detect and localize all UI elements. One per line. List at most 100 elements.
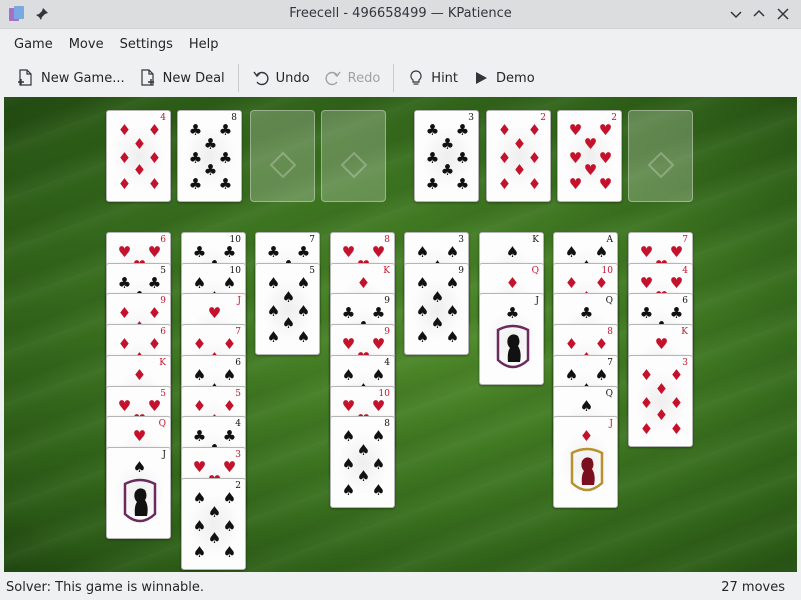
card-pip: ♦ [147,175,162,193]
close-button[interactable] [775,6,791,22]
card-pip: ♦ [147,149,162,167]
card-pip: ♦ [594,273,609,292]
game-board[interactable]: 4 ♦ ♦ ♦ ♦ ♦ ♦ ♦ ♦ 8 ♣ ♣ ♣ ♣ ♣ ♣ ♣ ♣ 3 ♣ ♣ ♣ ♣ ♣ ♣ ♣ ♣ 2 ♦ ♦ ♦ ♦ ♦ ♦ ♦ ♦ 2 ♥ ♥ ♥… [4,97,797,572]
card-pip: ♥ [583,135,598,153]
menu-settings[interactable]: Settings [112,30,181,59]
card-pip: ♦ [132,161,147,179]
card-pip: ♣ [371,304,386,323]
hint-label: Hint [431,70,459,86]
card-pip: ♠ [356,467,371,486]
card-suit: ♠ [579,396,594,415]
card-pip: ♦ [117,149,132,167]
card-pip: ♣ [440,161,455,179]
face-portrait-icon [570,447,604,492]
card-pip: ♠ [356,441,371,460]
new-game-button[interactable]: New Game... [10,63,132,93]
tableau-card[interactable]: J ♠ [106,446,171,539]
tableau-card[interactable]: 5 ♠ ♠ ♠ ♠ ♠ ♠ ♠ ♠ [255,262,320,355]
card-pip: ♣ [147,273,162,292]
window-title: Freecell - 496658499 — KPatience [289,6,512,21]
card-pip: ♥ [598,121,613,139]
tableau-card[interactable]: 9 ♠ ♠ ♠ ♠ ♠ ♠ ♠ ♠ [404,262,469,355]
menu-game[interactable]: Game [6,30,61,59]
card-pip: ♠ [415,327,430,346]
card-rank: 5 [160,388,166,399]
toolbar-separator [393,64,395,92]
card-pip: ♣ [425,149,440,167]
card-suit: ♥ [639,273,654,292]
foundation-card[interactable]: 2 ♥ ♥ ♥ ♥ ♥ ♥ ♥ ♥ [557,110,622,202]
undo-label: Undo [275,70,310,86]
card-suit: ♣ [192,427,207,446]
foundation-card[interactable]: 2 ♦ ♦ ♦ ♦ ♦ ♦ ♦ ♦ [486,110,551,202]
maximize-button[interactable] [751,6,767,22]
freecell-card[interactable]: 8 ♣ ♣ ♣ ♣ ♣ ♣ ♣ ♣ [177,110,242,202]
card-rank: J [535,296,539,307]
card-suit: ♣ [425,121,440,139]
demo-button[interactable]: Demo [465,63,542,93]
lightbulb-icon [410,70,422,85]
hint-button[interactable]: Hint [400,63,465,93]
menu-move[interactable]: Move [61,30,112,59]
menu-help[interactable]: Help [181,30,227,59]
card-pip: ♠ [371,427,386,446]
card-pip: ♥ [598,175,613,193]
card-suit: ♥ [568,121,583,139]
card-suit: ♠ [564,365,579,384]
card-pip: ♣ [203,161,218,179]
tableau-card[interactable]: J ♣ [479,293,544,386]
card-rank: 7 [235,327,241,338]
freecell-slot[interactable] [250,110,315,202]
card-pip: ♣ [218,121,233,139]
tableau-card[interactable]: 8 ♠ ♠ ♠ ♠ ♠ ♠ ♠ ♠ [330,416,395,509]
card-rank: 4 [160,113,166,123]
card-pip: ♣ [218,149,233,167]
card-suit: ♦ [192,335,207,354]
tableau-card[interactable]: J ♦ [553,416,618,509]
card-pip: ♠ [296,273,311,292]
card-rank: 6 [160,235,166,245]
card-rank: 9 [458,265,464,276]
card-pip: ♠ [266,327,281,346]
card-pip: ♠ [281,287,296,306]
card-pip: ♠ [192,542,207,561]
freecell-slot[interactable] [321,110,386,202]
card-pip: ♦ [639,393,654,412]
card-suit: ♣ [579,304,594,323]
card-rank: 6 [682,296,688,307]
chevron-down-icon [730,11,742,19]
card-suit: ♠ [266,273,281,292]
card-suit: ♣ [188,121,203,139]
card-pip: ♠ [222,273,237,292]
card-pip: ♣ [222,427,237,446]
card-pip: ♣ [188,175,203,193]
empty-slot-icon [340,151,368,179]
minimize-button[interactable] [728,6,744,22]
card-rank: 4 [384,357,390,368]
card-pip: ♣ [425,175,440,193]
foundation-card[interactable]: 3 ♣ ♣ ♣ ♣ ♣ ♣ ♣ ♣ [414,110,479,202]
card-rank: 7 [309,235,315,245]
card-pip: ♥ [371,396,386,415]
card-pip: ♣ [669,304,684,323]
card-pip: ♣ [455,121,470,139]
card-suit: ♥ [639,243,654,261]
card-suit: ♠ [341,365,356,384]
card-suit: ♦ [564,335,579,354]
new-deal-label: New Deal [162,70,225,86]
undo-button[interactable]: Undo [245,63,317,93]
card-suit: ♥ [117,396,132,415]
card-suit: ♥ [341,243,356,261]
freecell-card[interactable]: 4 ♦ ♦ ♦ ♦ ♦ ♦ ♦ ♦ [106,110,171,202]
card-pip: ♦ [147,304,162,323]
card-rank: J [609,419,613,430]
new-document-icon [18,69,32,86]
new-deal-button[interactable]: New Deal [132,63,232,93]
card-pip: ♠ [430,287,445,306]
card-rank: Q [605,296,613,307]
tableau-card[interactable]: 3 ♦ ♦ ♦ ♦ ♦ ♦ ♦ ♦ [628,354,693,447]
card-rank: K [532,235,539,245]
foundation-slot[interactable] [628,110,693,202]
redo-button[interactable]: Redo [317,63,388,93]
tableau-card[interactable]: 2 ♠ ♠ ♠ ♠ ♠ ♠ ♠ ♠ [181,477,246,570]
